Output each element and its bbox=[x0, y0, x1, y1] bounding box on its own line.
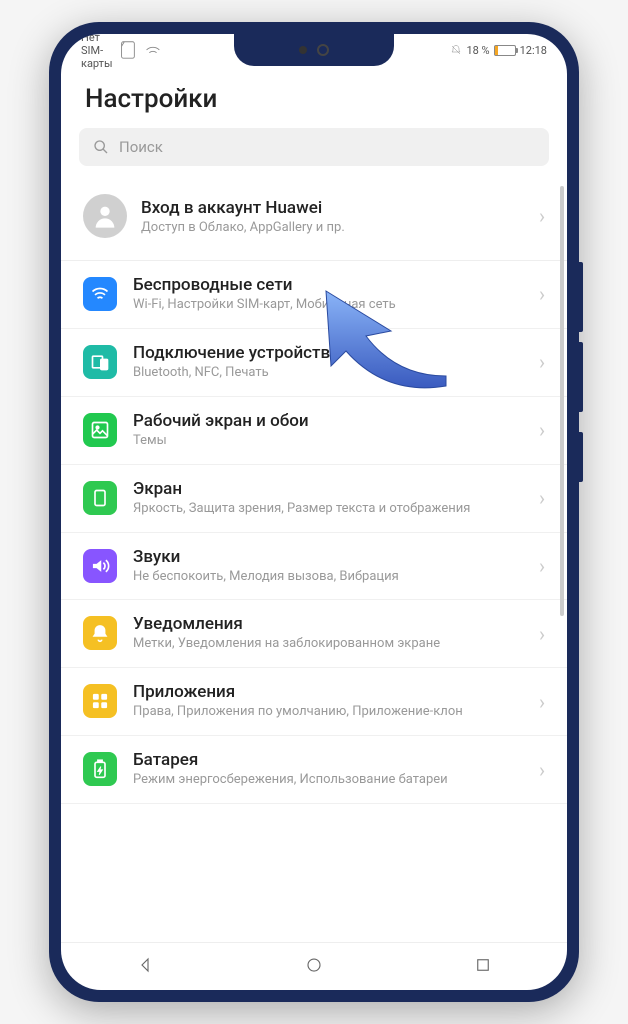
setting-title: Звуки bbox=[133, 547, 523, 567]
wifi-icon bbox=[83, 277, 117, 311]
volume-down-button[interactable] bbox=[579, 342, 583, 412]
home-button[interactable] bbox=[305, 956, 323, 978]
account-subtitle: Доступ в Облако, AppGallery и пр. bbox=[141, 220, 525, 235]
avatar-icon bbox=[83, 194, 127, 238]
setting-subtitle: Яркость, Защита зрения, Размер текста и … bbox=[133, 501, 523, 518]
devices-icon bbox=[83, 345, 117, 379]
screen: Нет SIM-карты 18 % 12:18 Настройки bbox=[61, 34, 567, 990]
setting-title: Приложения bbox=[133, 682, 523, 702]
mute-icon bbox=[450, 44, 462, 56]
search-icon bbox=[93, 139, 109, 155]
search-input[interactable]: Поиск bbox=[79, 128, 549, 166]
page-header: Настройки bbox=[61, 66, 567, 128]
sim-status: Нет SIM-карты bbox=[81, 34, 113, 70]
wallpaper-icon bbox=[83, 413, 117, 447]
setting-subtitle: Не беспокоить, Мелодия вызова, Вибрация bbox=[133, 569, 523, 586]
chevron-right-icon: › bbox=[539, 204, 545, 228]
wifi-icon bbox=[142, 39, 164, 61]
back-button[interactable] bbox=[136, 956, 154, 978]
settings-list: Беспроводные сети Wi-Fi, Настройки SIM-к… bbox=[61, 261, 567, 804]
setting-row-sound[interactable]: Звуки Не беспокоить, Мелодия вызова, Виб… bbox=[61, 533, 567, 601]
front-camera bbox=[317, 44, 329, 56]
display-icon bbox=[83, 481, 117, 515]
sound-icon bbox=[83, 549, 117, 583]
search-placeholder: Поиск bbox=[119, 138, 163, 156]
apps-icon bbox=[83, 684, 117, 718]
setting-title: Батарея bbox=[133, 750, 523, 770]
page-title: Настройки bbox=[85, 84, 543, 114]
chevron-right-icon: › bbox=[539, 622, 545, 646]
chevron-right-icon: › bbox=[539, 282, 545, 306]
battery-percent: 18 % bbox=[466, 44, 489, 57]
chevron-right-icon: › bbox=[539, 418, 545, 442]
setting-row-devices[interactable]: Подключение устройства Bluetooth, NFC, П… bbox=[61, 329, 567, 397]
setting-subtitle: Wi-Fi, Настройки SIM-карт, Мобильная сет… bbox=[133, 297, 523, 314]
setting-row-battery[interactable]: Батарея Режим энергосбережения, Использо… bbox=[61, 736, 567, 804]
chevron-right-icon: › bbox=[539, 758, 545, 782]
setting-title: Подключение устройства bbox=[133, 343, 523, 363]
volume-up-button[interactable] bbox=[579, 262, 583, 332]
navigation-bar bbox=[61, 942, 567, 990]
huawei-account-row[interactable]: Вход в аккаунт Huawei Доступ в Облако, A… bbox=[61, 178, 567, 261]
scrollbar[interactable] bbox=[560, 186, 564, 616]
setting-row-wallpaper[interactable]: Рабочий экран и обои Темы › bbox=[61, 397, 567, 465]
chevron-right-icon: › bbox=[539, 554, 545, 578]
phone-frame: Нет SIM-карты 18 % 12:18 Настройки bbox=[49, 22, 579, 1002]
clock: 12:18 bbox=[520, 44, 547, 57]
account-title: Вход в аккаунт Huawei bbox=[141, 198, 525, 218]
bell-icon bbox=[83, 616, 117, 650]
setting-row-wifi[interactable]: Беспроводные сети Wi-Fi, Настройки SIM-к… bbox=[61, 261, 567, 329]
setting-subtitle: Bluetooth, NFC, Печать bbox=[133, 365, 523, 382]
content-area: Настройки Поиск Вход в аккаунт Huawei До… bbox=[61, 66, 567, 942]
setting-row-apps[interactable]: Приложения Права, Приложения по умолчани… bbox=[61, 668, 567, 736]
setting-title: Уведомления bbox=[133, 614, 523, 634]
setting-row-bell[interactable]: Уведомления Метки, Уведомления на заблок… bbox=[61, 600, 567, 668]
setting-row-display[interactable]: Экран Яркость, Защита зрения, Размер тек… bbox=[61, 465, 567, 533]
recent-button[interactable] bbox=[474, 956, 492, 978]
battery-icon bbox=[494, 45, 516, 56]
setting-title: Экран bbox=[133, 479, 523, 499]
setting-subtitle: Метки, Уведомления на заблокированном эк… bbox=[133, 636, 523, 653]
chevron-right-icon: › bbox=[539, 690, 545, 714]
chevron-right-icon: › bbox=[539, 486, 545, 510]
battery-icon bbox=[83, 752, 117, 786]
setting-subtitle: Режим энергосбережения, Использование ба… bbox=[133, 772, 523, 789]
power-button[interactable] bbox=[579, 432, 583, 482]
chevron-right-icon: › bbox=[539, 350, 545, 374]
display-notch bbox=[234, 34, 394, 66]
sim-icon bbox=[117, 39, 139, 61]
setting-title: Беспроводные сети bbox=[133, 275, 523, 295]
setting-subtitle: Темы bbox=[133, 433, 523, 450]
setting-title: Рабочий экран и обои bbox=[133, 411, 523, 431]
setting-subtitle: Права, Приложения по умолчанию, Приложен… bbox=[133, 704, 523, 721]
